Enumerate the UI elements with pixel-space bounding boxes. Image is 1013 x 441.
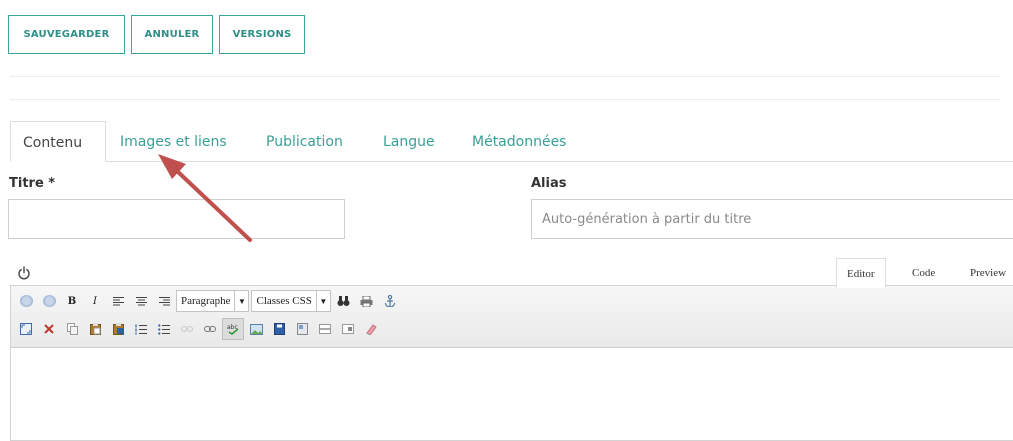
tab-publication[interactable]: Publication [266, 121, 343, 162]
format-select-value: Paragraphe [181, 295, 231, 307]
align-right-icon[interactable] [153, 290, 175, 312]
media-icon[interactable] [268, 318, 290, 340]
template-icon[interactable] [291, 318, 313, 340]
article-icon[interactable] [337, 318, 359, 340]
unordered-list-icon[interactable] [153, 318, 175, 340]
tab-editor[interactable]: Editor [836, 258, 886, 288]
tab-code[interactable]: Code [912, 258, 935, 288]
toolbar-row: abc [15, 317, 383, 341]
align-left-icon[interactable] [107, 290, 129, 312]
title-field[interactable] [9, 200, 344, 238]
class-select[interactable]: Classes CSS ▼ [251, 290, 331, 312]
cut-icon[interactable] [38, 318, 60, 340]
title-field-box [8, 199, 345, 239]
tab-images-et-liens[interactable]: Images et liens [120, 121, 227, 162]
bold-icon[interactable]: B [61, 290, 83, 312]
alias-field[interactable] [532, 200, 1013, 238]
italic-icon[interactable]: I [84, 290, 106, 312]
class-select-value: Classes CSS [256, 295, 312, 307]
tab-preview[interactable]: Preview [970, 258, 1006, 288]
print-icon[interactable] [356, 290, 378, 312]
editor-toolbar: B I Paragraphe ▼ Classes CSS ▼ abc [11, 286, 1013, 348]
power-icon[interactable] [17, 266, 31, 280]
divider [10, 76, 1000, 77]
rich-text-editor: B I Paragraphe ▼ Classes CSS ▼ abc [10, 285, 1013, 441]
save-button[interactable]: SAUVEGARDER [8, 15, 125, 54]
paste-word-icon[interactable] [107, 318, 129, 340]
ordered-list-icon[interactable] [130, 318, 152, 340]
link-icon[interactable] [199, 318, 221, 340]
anchor-icon[interactable] [379, 290, 401, 312]
unlink-icon[interactable] [176, 318, 198, 340]
image-icon[interactable] [245, 318, 267, 340]
find-icon[interactable] [333, 290, 355, 312]
cancel-button[interactable]: ANNULER [131, 15, 213, 54]
eraser-icon[interactable] [360, 318, 382, 340]
horizontal-rule-icon[interactable] [314, 318, 336, 340]
toolbar-row: B I Paragraphe ▼ Classes CSS ▼ [15, 289, 402, 313]
format-select[interactable]: Paragraphe ▼ [176, 290, 250, 312]
chevron-down-icon: ▼ [315, 291, 330, 311]
undo-icon[interactable] [15, 290, 37, 312]
tab-langue[interactable]: Langue [383, 121, 435, 162]
editor-content-area[interactable] [11, 348, 1013, 440]
divider [10, 99, 1000, 100]
paste-icon[interactable] [84, 318, 106, 340]
tab-bar: Contenu Images et liens Publication Lang… [10, 121, 1013, 162]
tab-metadonnees[interactable]: Métadonnées [472, 121, 566, 162]
align-center-icon[interactable] [130, 290, 152, 312]
spellcheck-icon[interactable]: abc [222, 318, 244, 340]
fullscreen-icon[interactable] [15, 318, 37, 340]
alias-field-box [531, 199, 1013, 239]
chevron-down-icon: ▼ [234, 291, 248, 311]
title-label: Titre * [9, 176, 56, 191]
redo-icon[interactable] [38, 290, 60, 312]
versions-button[interactable]: VERSIONS [219, 15, 305, 54]
alias-label: Alias [531, 176, 567, 191]
copy-icon[interactable] [61, 318, 83, 340]
tab-contenu[interactable]: Contenu [10, 121, 106, 162]
